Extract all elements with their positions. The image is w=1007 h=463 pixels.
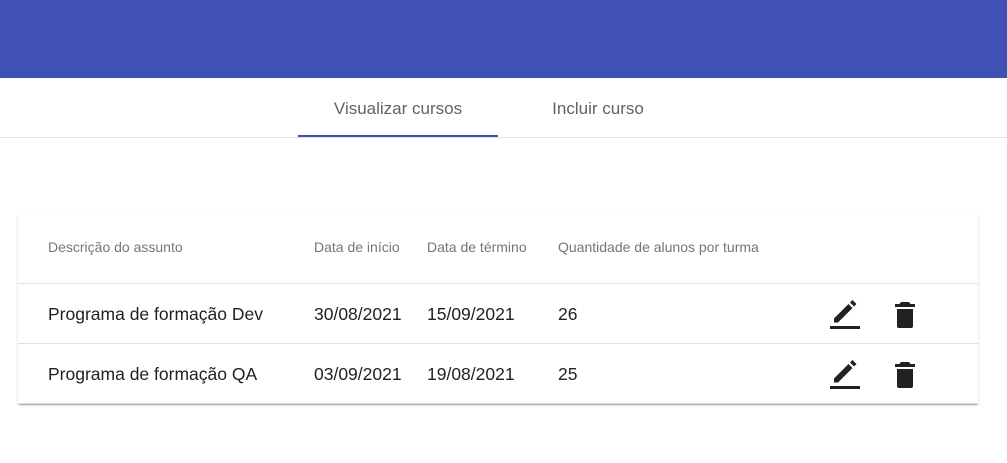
courses-table: Descrição do assunto Data de início Data… (18, 214, 978, 404)
active-tab-indicator (298, 135, 498, 137)
table-header-row: Descrição do assunto Data de início Data… (18, 214, 978, 284)
delete-icon (895, 362, 915, 388)
cell-descricao: Programa de formação Dev (48, 304, 263, 324)
cell-data-termino: 19/08/2021 (427, 364, 515, 384)
delete-button[interactable] (889, 358, 921, 390)
cell-data-inicio: 30/08/2021 (314, 304, 402, 324)
cell-data-inicio: 03/09/2021 (314, 364, 402, 384)
delete-button[interactable] (889, 298, 921, 330)
table-row: Programa de formação Dev 30/08/2021 15/0… (18, 284, 978, 344)
header-quantidade: Quantidade de alunos por turma (558, 239, 759, 255)
header-data-termino: Data de término (427, 239, 527, 255)
edit-icon (830, 300, 860, 329)
tab-incluir-curso[interactable]: Incluir curso (498, 78, 698, 137)
cell-descricao: Programa de formação QA (48, 364, 258, 384)
tab-visualizar-cursos[interactable]: Visualizar cursos (298, 78, 498, 137)
edit-icon (830, 360, 860, 389)
cell-data-termino: 15/09/2021 (427, 304, 515, 324)
app-toolbar (0, 0, 1007, 78)
cell-quantidade: 25 (558, 364, 578, 384)
table-row: Programa de formação QA 03/09/2021 19/08… (18, 344, 978, 404)
cell-quantidade: 26 (558, 304, 578, 324)
header-data-inicio: Data de início (314, 239, 400, 255)
edit-button[interactable] (828, 298, 860, 330)
header-descricao: Descrição do assunto (48, 239, 183, 255)
tab-bar: Visualizar cursos Incluir curso (0, 78, 1007, 138)
delete-icon (895, 302, 915, 328)
edit-button[interactable] (828, 358, 860, 390)
